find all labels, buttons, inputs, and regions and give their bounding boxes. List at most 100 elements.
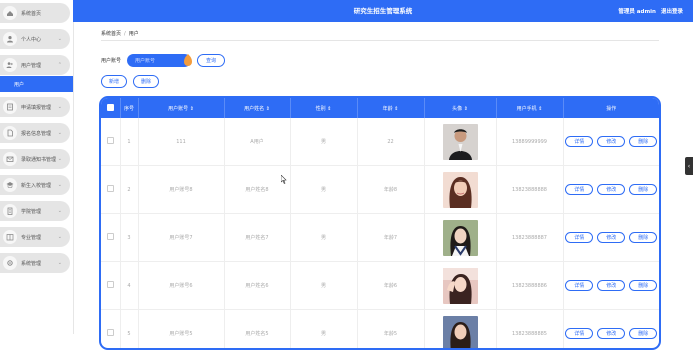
sidebar-item[interactable]: 专业管理⌄ <box>0 224 73 250</box>
edit-button[interactable]: 修改 <box>597 136 625 147</box>
add-button[interactable]: 新增 <box>101 75 127 88</box>
table-row: 1111A用户男2213889999999详情修改删除 <box>101 118 659 166</box>
cell-gender: 男 <box>290 310 357 350</box>
sidebar-item[interactable]: 新生入校管理⌄ <box>0 172 73 198</box>
mouse-cursor-icon <box>281 175 287 184</box>
cell-name: 用户姓名5 <box>224 310 290 350</box>
column-header[interactable]: 用户手机 ⇕ <box>496 98 563 118</box>
search-input[interactable] <box>135 58 179 64</box>
sidebar-pill[interactable]: 专业管理⌄ <box>0 227 70 247</box>
chevron-icon: ⌄ <box>58 260 62 266</box>
sidebar-item-label: 专业管理 <box>21 234 58 241</box>
sidebar-pill[interactable]: 用户管理⌃ <box>0 55 70 75</box>
column-header[interactable]: 用户姓名 ⇕ <box>224 98 290 118</box>
cell-phone: 13823888887 <box>496 214 563 262</box>
row-actions: 详情修改删除 <box>564 232 660 243</box>
cell-age: 年龄6 <box>357 262 424 310</box>
table-row: 5用户账号5用户姓名5男年龄513823888885详情修改删除 <box>101 310 659 350</box>
detail-button[interactable]: 详情 <box>565 184 593 195</box>
sidebar-item-label: 录取通知书管理 <box>21 156 58 163</box>
table-header-row: 序号 用户账号 ⇕ 用户姓名 ⇕ 性别 ⇕ 年龄 ⇕ 头像 ⇕ 用户手机 ⇕ 操… <box>101 98 659 118</box>
row-index: 2 <box>120 166 138 214</box>
row-checkbox[interactable] <box>107 281 114 288</box>
sidebar-item[interactable]: 用户管理⌃ <box>0 52 73 78</box>
sidebar-item[interactable]: 系统首页 <box>0 0 73 26</box>
sidebar-item[interactable]: 系统管理⌄ <box>0 250 73 276</box>
sidebar-subitem-users[interactable]: 用户 <box>0 76 73 92</box>
row-checkbox[interactable] <box>107 185 114 192</box>
sidebar-item[interactable]: 申请填报管理⌄ <box>0 94 73 120</box>
delete-button[interactable]: 删除 <box>629 232 657 243</box>
avatar <box>443 268 478 304</box>
cell-gender: 男 <box>290 118 357 166</box>
sidebar-pill[interactable]: 系统首页 <box>0 3 70 23</box>
row-checkbox[interactable] <box>107 233 114 240</box>
chevron-icon: ⌄ <box>58 130 62 136</box>
select-all-header[interactable] <box>101 98 120 118</box>
current-user: 管理员 admin <box>618 7 656 15</box>
user-icon <box>3 32 17 46</box>
cell-avatar <box>424 214 496 262</box>
delete-button[interactable]: 删除 <box>629 136 657 147</box>
file-icon <box>3 126 17 140</box>
row-checkbox[interactable] <box>107 329 114 336</box>
select-all-checkbox[interactable] <box>107 104 114 111</box>
mail-icon <box>3 152 17 166</box>
sidebar-item[interactable]: 录取通知书管理⌄ <box>0 146 73 172</box>
cell-age: 年龄5 <box>357 310 424 350</box>
detail-button[interactable]: 详情 <box>565 136 593 147</box>
row-index: 5 <box>120 310 138 350</box>
table-row: 3用户账号7用户姓名7男年龄713823888887详情修改删除 <box>101 214 659 262</box>
edit-button[interactable]: 修改 <box>597 280 625 291</box>
row-checkbox[interactable] <box>107 137 114 144</box>
cell-account: 111 <box>138 118 224 166</box>
chevron-icon: ⌄ <box>58 234 62 240</box>
cell-name: 用户姓名7 <box>224 214 290 262</box>
bulk-delete-button[interactable]: 删除 <box>133 75 159 88</box>
column-header: 操作 <box>563 98 659 118</box>
home-icon <box>3 6 17 20</box>
detail-button[interactable]: 详情 <box>565 280 593 291</box>
sidebar-pill[interactable]: 申请填报管理⌄ <box>0 97 70 117</box>
delete-button[interactable]: 删除 <box>629 280 657 291</box>
sidebar-pill[interactable]: 报名信息管理⌄ <box>0 123 70 143</box>
row-select-cell <box>101 310 120 350</box>
app-title: 研究生招生管理系统 <box>73 0 693 22</box>
top-header: 研究生招生管理系统 管理员 admin 退出登录 <box>73 0 693 22</box>
column-header[interactable]: 性别 ⇕ <box>290 98 357 118</box>
book-icon <box>3 230 17 244</box>
search-bar: 用户账号 查询 <box>101 54 225 67</box>
users-icon <box>3 58 17 72</box>
column-header[interactable]: 头像 ⇕ <box>424 98 496 118</box>
sidebar-pill[interactable]: 录取通知书管理⌄ <box>0 149 70 169</box>
cell-operations: 详情修改删除 <box>563 166 659 214</box>
row-actions: 详情修改删除 <box>564 184 660 195</box>
cell-account: 用户账号6 <box>138 262 224 310</box>
sidebar-pill[interactable]: 新生入校管理⌄ <box>0 175 70 195</box>
column-header[interactable]: 年龄 ⇕ <box>357 98 424 118</box>
collapse-handle[interactable]: ‹ <box>685 157 693 175</box>
row-index: 3 <box>120 214 138 262</box>
cell-gender: 男 <box>290 214 357 262</box>
cell-operations: 详情修改删除 <box>563 310 659 350</box>
sidebar-pill[interactable]: 个人中心⌄ <box>0 29 70 49</box>
detail-button[interactable]: 详情 <box>565 232 593 243</box>
main-content: 系统首页 / 用户 用户账号 查询 新增 删除 序号 用 <box>73 22 693 334</box>
edit-button[interactable]: 修改 <box>597 184 625 195</box>
sidebar-item[interactable]: 个人中心⌄ <box>0 26 73 52</box>
cell-name: 用户姓名8 <box>224 166 290 214</box>
column-header[interactable]: 用户账号 ⇕ <box>138 98 224 118</box>
breadcrumb-home[interactable]: 系统首页 <box>101 30 121 37</box>
sidebar-pill[interactable]: 学院管理⌄ <box>0 201 70 221</box>
delete-button[interactable]: 删除 <box>629 184 657 195</box>
logout-link[interactable]: 退出登录 <box>661 7 683 15</box>
divider <box>101 40 659 41</box>
sidebar-item[interactable]: 报名信息管理⌄ <box>0 120 73 146</box>
row-actions: 详情修改删除 <box>564 280 660 291</box>
sidebar-pill[interactable]: 系统管理⌄ <box>0 253 70 273</box>
search-button[interactable]: 查询 <box>197 54 225 67</box>
cell-phone: 13823888885 <box>496 310 563 350</box>
sidebar-item[interactable]: 学院管理⌄ <box>0 198 73 224</box>
table-row: 2用户账号8用户姓名8男年龄813823888888详情修改删除 <box>101 166 659 214</box>
edit-button[interactable]: 修改 <box>597 232 625 243</box>
